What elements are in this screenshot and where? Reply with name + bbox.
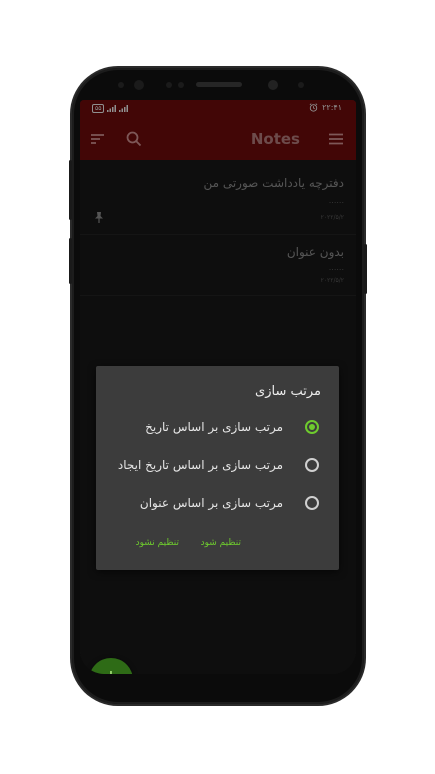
sort-option-label: مرتب سازی بر اساس عنوان — [139, 496, 283, 510]
sensor-icon — [166, 82, 172, 88]
confirm-button[interactable]: تنظیم شود — [201, 538, 241, 548]
front-camera-icon — [268, 80, 278, 90]
radio-checked-icon[interactable] — [305, 420, 319, 434]
phone-frame: ۵۵ ۲۲:۴۱ Notes دفترچه یادداشت صورتی من .… — [69, 68, 367, 704]
top-bezel — [72, 68, 364, 102]
cancel-button[interactable]: تنظیم نشود — [136, 538, 179, 548]
volume-button — [69, 160, 72, 220]
radio-unchecked-icon[interactable] — [305, 458, 319, 472]
earpiece-speaker — [196, 82, 242, 87]
sensor-icon — [118, 82, 124, 88]
dialog-title: مرتب سازی — [255, 384, 321, 399]
sort-dialog: مرتب سازی مرتب سازی بر اساس تاریخ مرتب س… — [96, 366, 339, 570]
sort-option-label: مرتب سازی بر اساس تاریخ — [145, 420, 283, 434]
radio-unchecked-icon[interactable] — [305, 496, 319, 510]
sensor-icon — [178, 82, 184, 88]
bixby-button — [69, 238, 72, 284]
sort-option-title[interactable]: مرتب سازی بر اساس عنوان — [96, 488, 339, 518]
sensor-icon — [298, 82, 304, 88]
screen: ۵۵ ۲۲:۴۱ Notes دفترچه یادداشت صورتی من .… — [80, 100, 356, 674]
sort-option-date[interactable]: مرتب سازی بر اساس تاریخ — [96, 412, 339, 442]
sort-option-label: مرتب سازی بر اساس تاریخ ایجاد — [117, 458, 283, 472]
bottom-bezel — [72, 674, 364, 704]
iris-sensor-icon — [134, 80, 144, 90]
power-button — [364, 244, 367, 294]
sort-option-created-date[interactable]: مرتب سازی بر اساس تاریخ ایجاد — [96, 450, 339, 480]
